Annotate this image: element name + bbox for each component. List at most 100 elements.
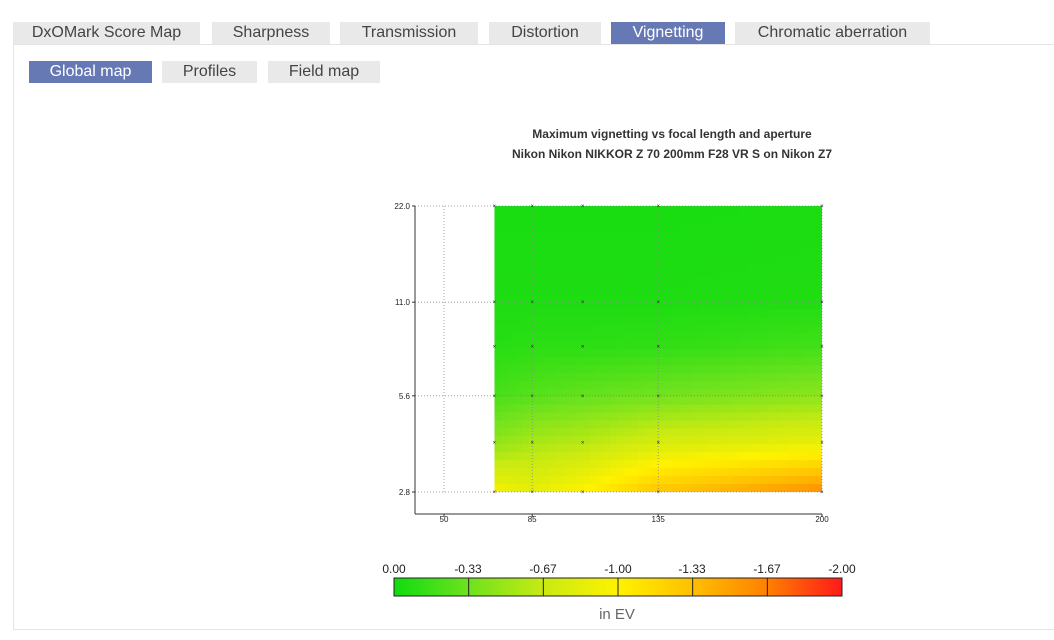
heat-cell [644,404,652,414]
heat-cell [603,333,612,342]
heat-cell [596,253,605,263]
heat-cell [589,309,598,318]
heat-cell [746,420,755,430]
heat-cell [658,428,666,437]
heat-cell [508,460,516,469]
heat-cell [733,460,741,469]
heat-cell [535,349,543,358]
heat-cell [583,333,591,342]
heat-cell [705,237,714,247]
heat-cell [589,221,598,231]
heat-cell [535,333,543,342]
heat-cell [767,301,775,310]
heat-cell [549,277,557,287]
heat-cell [589,404,598,414]
heat-cell [794,213,803,223]
heat-cell [753,364,762,374]
heat-cell [624,372,632,382]
heat-cell [603,436,612,445]
heat-cell [603,221,612,231]
heat-cell [746,476,755,485]
heat-cell [733,213,741,223]
colorbar-label: -2.00 [828,562,856,576]
heat-cell [787,261,796,271]
heat-cell [733,364,741,374]
heat-cell [521,277,530,287]
heat-cell [589,317,598,326]
heat-cell [542,349,550,358]
heat-cell [705,333,714,342]
heat-cell [521,356,530,366]
heat-cell [494,213,502,223]
heat-cell [562,285,571,294]
heat-cell [508,444,516,453]
heat-cell [596,396,605,406]
heat-cell [746,309,755,318]
heat-cell [733,396,741,406]
heat-cell [637,221,646,231]
heat-cell [542,253,550,263]
heat-cell [542,428,550,437]
heat-cell [589,277,598,287]
heat-cell [808,452,816,461]
heat-cell [665,460,673,469]
heat-cell [671,253,680,263]
heat-cell [658,309,666,318]
heat-cell [740,349,748,358]
heat-cell [610,436,618,445]
heat-cell [801,364,809,374]
heat-cell [740,341,748,350]
heat-cell [712,261,721,271]
heat-cell [746,253,755,263]
heat-cell [746,245,755,255]
heat-cell [733,293,741,302]
heat-cell [555,293,564,302]
heat-cell [521,484,530,492]
heat-cell [774,468,782,477]
heat-cell [514,436,523,445]
heat-cell [692,468,700,477]
heat-cell [624,380,632,390]
heat-cell [794,301,803,310]
heat-cell [719,325,728,334]
x-tick-label: 85 [528,515,537,524]
heat-cell [562,404,571,414]
data-point: × [656,204,660,210]
heat-cell [658,229,666,239]
heat-cell [787,468,796,477]
heat-cell [528,356,536,366]
heat-cell [542,380,550,390]
heat-cell [494,460,502,469]
heat-cell [705,221,714,231]
heat-cell [794,444,803,453]
heat-cell [644,253,652,263]
heat-cell [610,460,618,469]
heat-cell [610,261,618,271]
heat-cell [644,293,652,302]
heat-cell [692,372,700,382]
heat-cell [781,293,789,302]
heat-cell [576,333,584,342]
heat-cell [617,444,625,453]
heat-cell [603,325,612,334]
heat-cell [535,364,543,374]
heat-cell [508,412,516,422]
heat-cell [576,277,584,287]
heat-cell [767,293,775,302]
heat-cell [699,341,707,350]
heat-cell [767,309,775,318]
heat-cell [740,452,748,461]
heat-cell [569,221,577,231]
heat-cell [508,420,516,430]
heat-cell [651,356,659,366]
heat-cell [746,317,755,326]
heat-cell [774,420,782,430]
heat-cell [576,380,584,390]
heat-cell [815,404,822,414]
heat-cell [671,428,680,437]
heat-cell [624,213,632,223]
heat-cell [753,293,762,302]
heat-cell [589,372,598,382]
heat-cell [760,468,768,477]
heat-cell [787,341,796,350]
